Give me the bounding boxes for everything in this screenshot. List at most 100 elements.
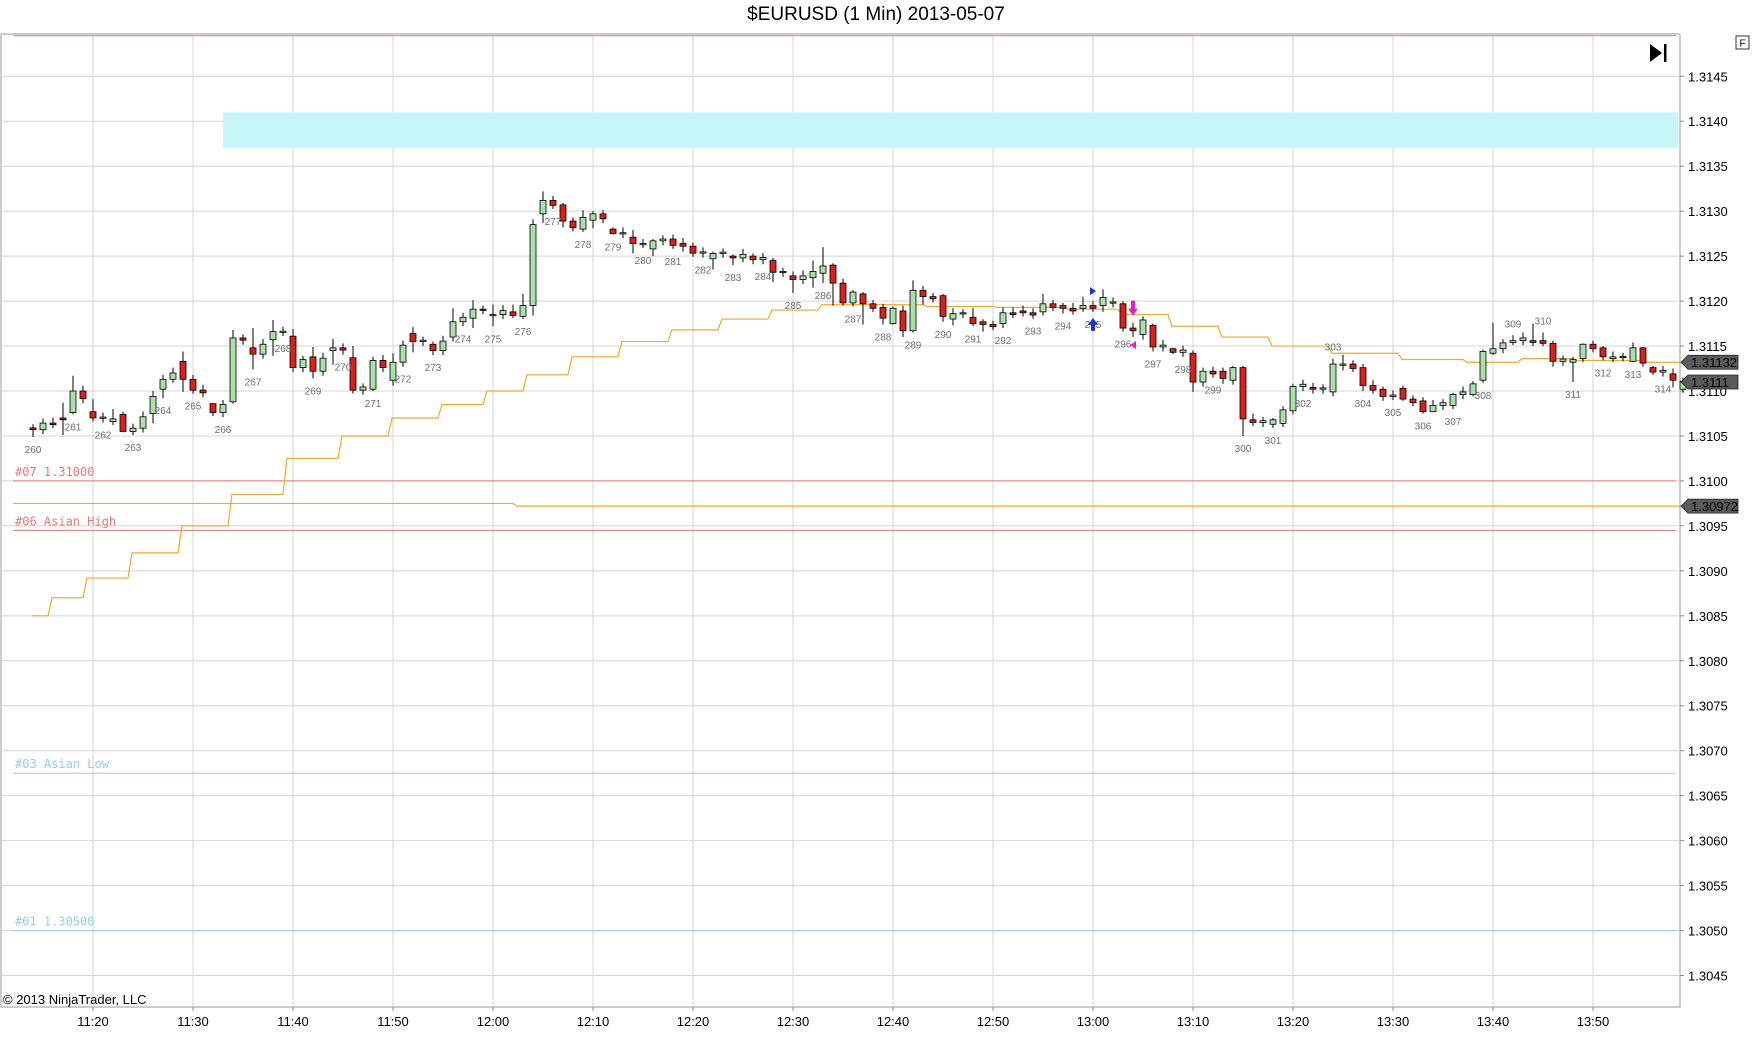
bar-number: 281 [665,257,682,268]
candle[interactable] [1119,301,1127,332]
supply-zone [223,112,1678,149]
price-marker-label: 1.31132 [1691,355,1737,370]
candle-body [799,275,807,280]
bar-number: 275 [485,334,502,345]
candle-body [1529,340,1537,343]
y-tick-label: 1.3050 [1688,924,1728,939]
candle-body [1119,303,1127,329]
bar-number: 290 [935,330,952,341]
y-tick-label: 1.3120 [1688,294,1728,309]
candle-body [229,337,237,403]
candle-body [1069,307,1077,312]
y-tick-label: 1.3130 [1688,204,1728,219]
x-tick-label: 12:30 [777,1014,810,1029]
y-tick-label: 1.3075 [1688,699,1728,714]
candle-body [1299,383,1307,387]
x-tick-label: 12:50 [977,1014,1010,1029]
candle[interactable] [1479,349,1487,383]
bar-number: 267 [245,377,262,388]
candle-body [1569,359,1577,363]
bar-number: 260 [25,445,42,456]
candle-body [319,357,327,372]
candle-body [989,324,997,328]
bar-number: 266 [215,425,232,436]
candle-body [99,416,107,419]
y-tick-label: 1.3060 [1688,834,1728,849]
candle-body [139,416,147,429]
x-tick-label: 12:10 [577,1014,610,1029]
candle-body [1459,391,1467,396]
candle-body [59,417,67,421]
candle-body [1479,351,1487,381]
y-tick-label: 1.3105 [1688,429,1728,444]
candle[interactable] [529,219,537,316]
y-tick-label: 1.3080 [1688,654,1728,669]
candle-body [419,339,427,342]
candle-body [1319,387,1327,390]
bar-number: 286 [815,291,832,302]
candle-body [1359,367,1367,387]
bar-number: 298 [1175,365,1192,376]
y-tick-label: 1.3090 [1688,564,1728,579]
candle-body [49,422,57,425]
candle-body [819,265,827,274]
y-tick-label: 1.3070 [1688,744,1728,759]
bar-number: 264 [155,406,172,417]
candle-body [1369,385,1377,391]
candle-body [1419,400,1427,413]
candle-body [979,321,987,325]
candle-body [929,296,937,300]
candle-body [359,386,367,391]
candle-body [749,255,757,261]
candle-body [119,413,127,432]
candle-body [629,236,637,244]
candle-body [1609,356,1617,360]
candle-body [1589,343,1597,350]
candle-body [959,312,967,315]
bar-number: 270 [335,363,352,374]
candle-body [469,308,477,319]
candle[interactable] [229,329,237,404]
bar-number: 288 [875,332,892,343]
candle-body [1059,305,1067,309]
candle-body [1669,373,1677,381]
candle-body [1149,324,1157,348]
candle-body [29,427,37,431]
bar-number: 293 [1025,327,1042,338]
bar-number: 271 [365,399,382,410]
candle-body [509,311,517,316]
candle-body [179,360,187,380]
candle-body [879,306,887,319]
candle-body [839,282,847,304]
bar-number: 278 [575,240,592,251]
bar-number: 276 [515,327,532,338]
candle-body [1579,343,1587,360]
candle-body [339,347,347,351]
candle-body [689,245,697,254]
candle-body [429,343,437,351]
candle-body [539,199,547,215]
candle-body [1049,303,1057,308]
candle[interactable] [369,356,377,392]
x-tick-label: 13:10 [1177,1014,1210,1029]
price-marker-label: 1.30972 [1691,499,1738,514]
candle[interactable] [1329,358,1337,397]
y-tick-label: 1.3100 [1688,474,1728,489]
candle-body [1039,303,1047,313]
candle-body [1349,363,1357,369]
candle-body [1599,347,1607,358]
candle[interactable] [1149,323,1157,352]
candle-body [1619,355,1627,358]
candle[interactable] [889,306,897,325]
candle-body [719,251,727,254]
candle-body [1239,367,1247,420]
candle-body [199,389,207,394]
price-chart[interactable]: 1.3145 1.3140 1.3135 1.3130 1.3125 1.3120 1.31… [0,0,1752,1064]
bar-number: 285 [785,301,802,312]
candle-body [1659,369,1667,373]
candle-body [1339,363,1347,366]
candle[interactable] [119,411,127,433]
candle-body [1439,402,1447,406]
bar-number: 313 [1625,370,1642,381]
x-tick-label: 11:20 [77,1014,109,1029]
